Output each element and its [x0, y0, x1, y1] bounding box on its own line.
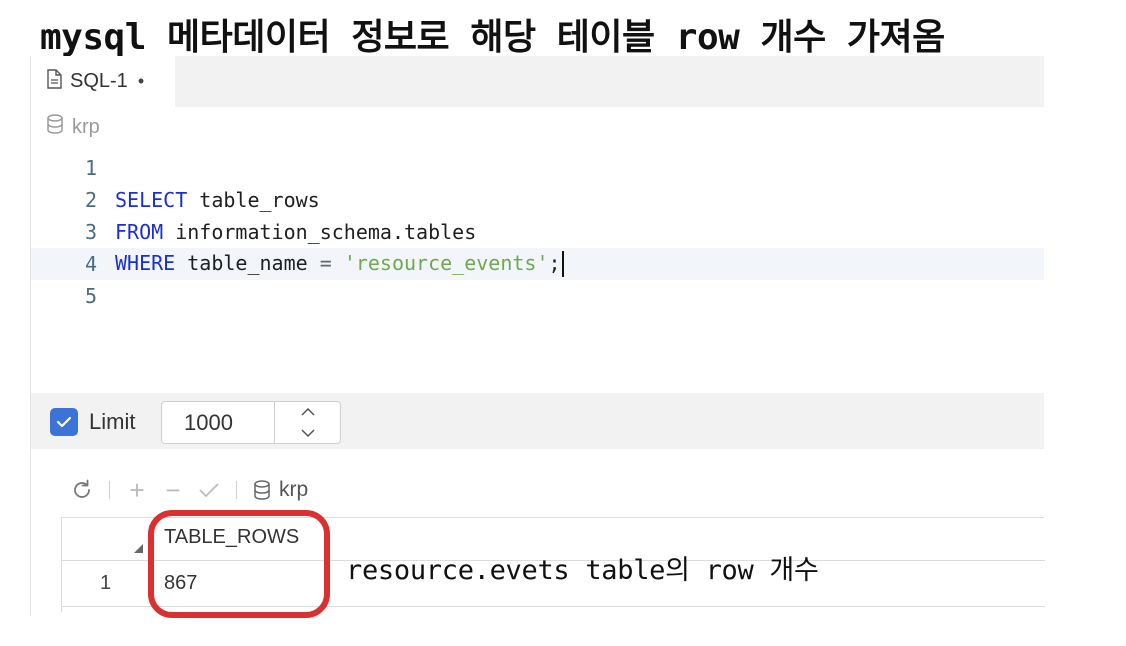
sql-string: 'resource_events'	[343, 250, 549, 275]
database-icon	[254, 480, 270, 500]
row-number: 1	[100, 572, 112, 594]
stepper-up-button[interactable]	[275, 402, 340, 423]
limit-input[interactable]: 1000	[161, 401, 341, 444]
code-line-active: 4 WHERE table_name = 'resource_events';	[31, 248, 1044, 280]
limit-checkbox[interactable]	[50, 408, 78, 436]
sort-indicator-icon	[134, 544, 143, 553]
highlight-circle	[148, 510, 330, 618]
schema-name: krp	[72, 115, 100, 138]
tab-sql-1[interactable]: SQL-1 •	[31, 56, 175, 107]
annotation-note: resource.evets table의 row 개수	[346, 555, 819, 586]
sql-text: information_schema.tables	[163, 220, 477, 244]
commit-icon[interactable]	[194, 475, 224, 505]
sql-keyword: FROM	[115, 220, 164, 244]
code-text: WHERE table_name = 'resource_events';	[115, 251, 564, 278]
limit-label: Limit	[89, 409, 136, 434]
sql-keyword: WHERE	[115, 250, 176, 275]
code-line: 2 SELECT table_rows	[31, 184, 1044, 216]
tab-bar: SQL-1 •	[31, 56, 1044, 107]
line-number: 2	[84, 188, 97, 212]
chevron-up-icon	[301, 408, 315, 416]
code-text: SELECT table_rows	[115, 188, 320, 212]
limit-value[interactable]: 1000	[162, 402, 274, 443]
limit-bar: Limit 1000	[31, 393, 1044, 449]
stepper-down-button[interactable]	[275, 423, 340, 444]
database-icon	[46, 114, 64, 140]
code-line: 5	[31, 280, 1044, 312]
line-number: 4	[84, 252, 97, 276]
code-line: 1	[31, 152, 1044, 184]
remove-row-icon[interactable]: −	[158, 475, 188, 505]
code-text: FROM information_schema.tables	[115, 220, 476, 244]
code-editor[interactable]: 1 2 SELECT table_rows 3 FROM information…	[31, 152, 1044, 392]
text-caret	[561, 251, 564, 278]
file-icon	[46, 68, 62, 95]
line-number: 1	[84, 156, 97, 180]
chevron-down-icon	[301, 429, 315, 437]
results-schema[interactable]: krp	[253, 478, 308, 502]
line-number: 5	[84, 284, 97, 308]
results-toolbar: + − krp	[67, 474, 308, 506]
check-icon	[56, 416, 72, 428]
line-number: 3	[84, 220, 97, 244]
sql-keyword: SELECT	[115, 188, 188, 212]
schema-selector[interactable]: krp	[46, 113, 100, 141]
sql-text: table_rows	[187, 188, 320, 212]
annotation-title: mysql 메타데이터 정보로 해당 테이블 row 개수 가져옴	[40, 17, 945, 58]
refresh-icon[interactable]	[67, 475, 97, 505]
limit-stepper[interactable]	[274, 402, 340, 443]
code-line: 3 FROM information_schema.tables	[31, 216, 1044, 248]
modified-indicator: •	[137, 71, 145, 91]
add-row-icon[interactable]: +	[122, 475, 152, 505]
toolbar-divider	[236, 481, 237, 499]
tab-label: SQL-1	[70, 70, 128, 92]
sql-text: table_name	[175, 250, 320, 275]
sql-operator: =	[319, 250, 332, 275]
sql-terminator: ;	[548, 250, 561, 275]
toolbar-divider	[109, 481, 110, 499]
results-schema-name: krp	[279, 478, 309, 501]
